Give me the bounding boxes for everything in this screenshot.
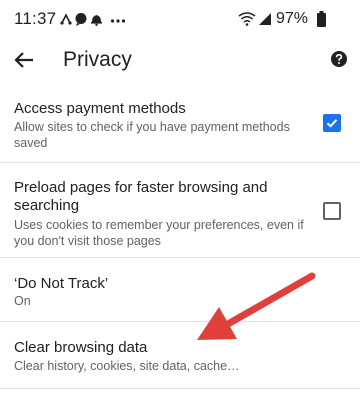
- screen: 11:37 97% Privacy Access payment methods…: [0, 0, 360, 400]
- signal-icon: [259, 13, 271, 25]
- battery-icon: [317, 11, 326, 27]
- setting-summary: Clear history, cookies, site data, cache…: [14, 359, 240, 373]
- setting-access-payment-methods[interactable]: Access payment methods Allow sites to ch…: [0, 84, 360, 162]
- more-dots-icon: [110, 19, 126, 23]
- wifi-icon: [238, 12, 256, 26]
- checkmark-icon: [326, 119, 338, 128]
- help-circle-icon[interactable]: [331, 51, 347, 67]
- arrow-left-icon[interactable]: [13, 49, 35, 71]
- setting-title: Clear browsing data: [14, 339, 148, 356]
- setting-clear-browsing-data[interactable]: Clear browsing data Clear history, cooki…: [0, 322, 360, 388]
- preload-pages-checkbox[interactable]: [323, 202, 341, 220]
- chat-bubble-icon: [75, 13, 87, 26]
- setting-do-not-track[interactable]: ‘Do Not Track’ On: [0, 258, 360, 321]
- payment-methods-checkbox[interactable]: [323, 114, 341, 132]
- setting-title: ‘Do Not Track’: [14, 275, 109, 292]
- setting-summary: On: [14, 294, 31, 308]
- battery-percent: 97%: [276, 10, 309, 27]
- setting-summary: Uses cookies to remember your preference…: [14, 218, 304, 248]
- link-icon: [60, 13, 72, 25]
- notification-bell-icon: [91, 15, 102, 26]
- setting-title: Access payment methods: [14, 100, 186, 117]
- status-bar: 11:37 97%: [0, 0, 360, 38]
- setting-summary: Allow sites to check if you have payment…: [14, 120, 290, 150]
- setting-preload-pages[interactable]: Preload pages for faster browsing and se…: [0, 163, 360, 257]
- status-time: 11:37: [14, 9, 57, 28]
- page-title: Privacy: [63, 48, 132, 71]
- divider: [0, 388, 360, 389]
- setting-title: Preload pages for faster browsing and se…: [14, 179, 268, 214]
- app-bar: Privacy: [0, 38, 360, 84]
